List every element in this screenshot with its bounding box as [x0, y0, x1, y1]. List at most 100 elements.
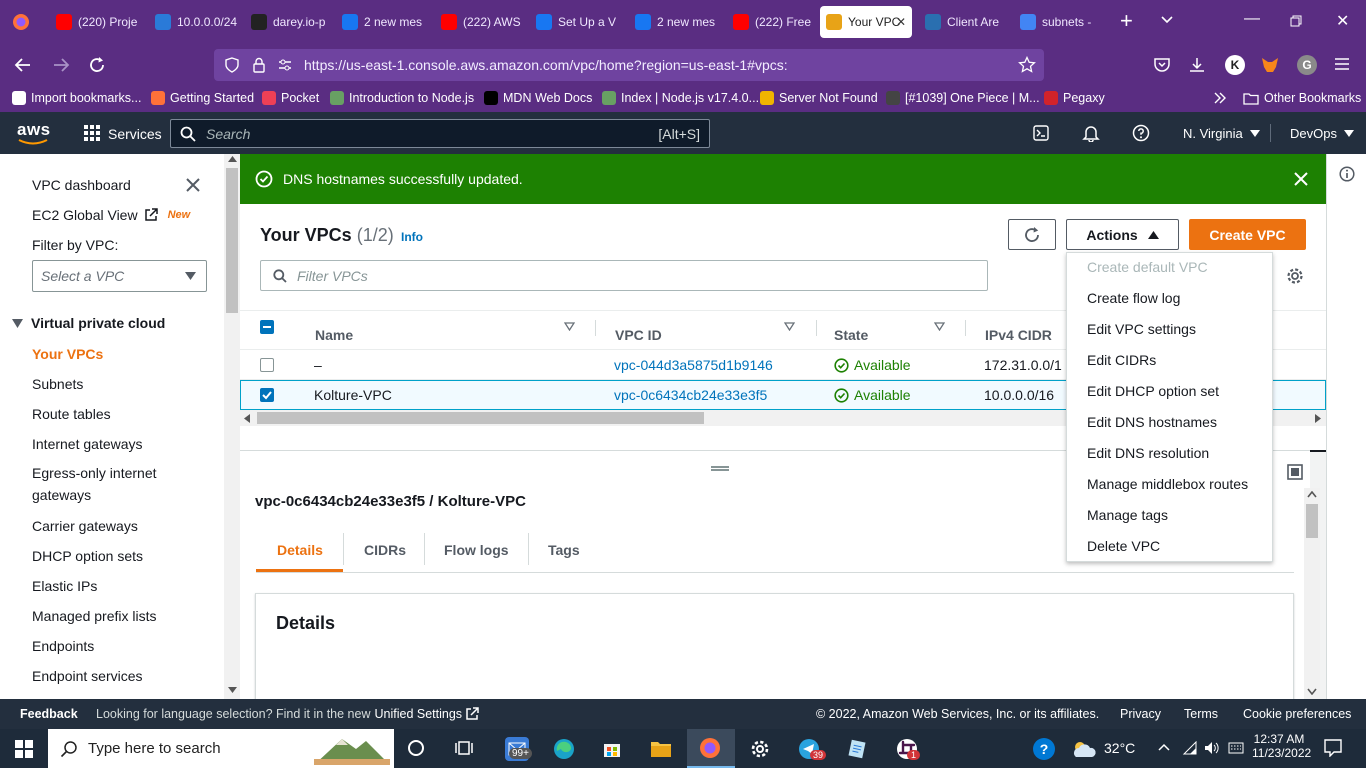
split-panel-preferences-icon[interactable]: [1287, 464, 1303, 480]
tab-details[interactable]: Details: [277, 542, 323, 558]
back-icon[interactable]: [14, 56, 32, 74]
unified-settings-link[interactable]: Unified Settings: [375, 707, 463, 721]
sidebar-item-your-vpcs[interactable]: Your VPCs: [32, 346, 103, 362]
browser-tab[interactable]: (222) AWS: [435, 6, 527, 38]
info-panel-icon[interactable]: [1339, 166, 1355, 182]
row-checkbox[interactable]: [260, 358, 274, 372]
services-grid-icon[interactable]: [84, 125, 100, 141]
browser-tab[interactable]: 2 new mes: [629, 6, 724, 38]
notepad-icon[interactable]: [845, 737, 869, 761]
scroll-up-arrow-icon[interactable]: [1307, 491, 1317, 498]
bookmark-item[interactable]: Pegaxy: [1044, 91, 1105, 105]
browser-tab[interactable]: 2 new mes: [336, 6, 432, 38]
menu-item-edit-dhcp-option-set[interactable]: Edit DHCP option set: [1087, 383, 1219, 399]
sidebar-item-carrier-gateways[interactable]: Carrier gateways: [32, 518, 138, 534]
wifi-icon[interactable]: [1182, 741, 1198, 755]
more-bookmarks-chevron-icon[interactable]: [1213, 92, 1227, 104]
details-scroll-thumb[interactable]: [1306, 504, 1318, 538]
terms-link[interactable]: Terms: [1184, 707, 1218, 721]
menu-item-create-flow-log[interactable]: Create flow log: [1087, 290, 1180, 306]
page-permissions-icon[interactable]: [278, 58, 292, 72]
menu-item-edit-dns-hostnames[interactable]: Edit DNS hostnames: [1087, 414, 1217, 430]
column-header-state[interactable]: State: [834, 327, 868, 343]
keyboard-language-icon[interactable]: [1228, 741, 1244, 755]
browser-tab[interactable]: subnets -: [1014, 6, 1109, 38]
bookmark-item[interactable]: Import bookmarks...: [12, 91, 141, 105]
filter-vpcs-input[interactable]: Filter VPCs: [260, 260, 988, 291]
vpc-id-link[interactable]: vpc-044d3a5875d1b9146: [614, 357, 773, 373]
url-text[interactable]: https://us-east-1.console.aws.amazon.com…: [304, 57, 788, 73]
taskbar-search-box[interactable]: Type here to search: [48, 729, 394, 768]
pocket-save-icon[interactable]: [1153, 56, 1171, 74]
aws-logo[interactable]: aws: [17, 120, 51, 146]
menu-item-edit-vpc-settings[interactable]: Edit VPC settings: [1087, 321, 1196, 337]
sidebar-item-vpc-dashboard[interactable]: VPC dashboard: [32, 177, 131, 193]
weather-temperature[interactable]: 32°C: [1104, 740, 1135, 756]
sidebar-scrollbar[interactable]: [224, 154, 240, 699]
reload-icon[interactable]: [88, 56, 106, 74]
vpc-filter-select[interactable]: Select a VPC: [32, 260, 207, 292]
close-window-icon[interactable]: ✕: [1336, 11, 1349, 31]
sidebar-item-subnets[interactable]: Subnets: [32, 376, 83, 392]
notification-center-icon[interactable]: [1324, 739, 1342, 757]
sidebar-item-ec2-global-view[interactable]: EC2 Global View New: [32, 207, 190, 223]
restore-icon[interactable]: [1290, 15, 1302, 27]
sidebar-scroll-thumb[interactable]: [226, 168, 238, 313]
tab-flow-logs[interactable]: Flow logs: [444, 542, 509, 558]
bookmark-item[interactable]: Index | Node.js v17.4.0...: [602, 91, 759, 105]
row-checkbox-checked[interactable]: [260, 388, 274, 402]
weather-cloud-icon[interactable]: [1070, 739, 1098, 759]
metamask-extension-icon[interactable]: [1260, 55, 1280, 75]
forward-icon[interactable]: [52, 56, 70, 74]
new-tab-icon[interactable]: +: [1120, 10, 1133, 32]
bookmark-item[interactable]: Getting Started: [151, 91, 254, 105]
sidebar-item-endpoints[interactable]: Endpoints: [32, 638, 94, 654]
firefox-menu-icon[interactable]: [12, 13, 30, 31]
browser-tab[interactable]: (220) Proje: [50, 6, 146, 38]
menu-item-manage-middlebox-routes[interactable]: Manage middlebox routes: [1087, 476, 1248, 492]
tab-tags[interactable]: Tags: [548, 542, 580, 558]
shield-icon[interactable]: [224, 57, 240, 73]
clock[interactable]: 12:37 AM 11/23/2022: [1252, 732, 1311, 760]
tab-cidrs[interactable]: CIDRs: [364, 542, 406, 558]
bookmark-item[interactable]: Introduction to Node.js: [330, 91, 474, 105]
sidebar-item-internet-gateways[interactable]: Internet gateways: [32, 436, 143, 452]
column-header-vpc-id[interactable]: VPC ID: [615, 327, 662, 343]
browser-tab[interactable]: Client Are: [919, 6, 1011, 38]
microsoft-store-icon[interactable]: [600, 737, 624, 761]
refresh-button[interactable]: [1008, 219, 1056, 250]
grammarly-extension-icon[interactable]: G: [1297, 55, 1317, 75]
cookie-preferences-link[interactable]: Cookie preferences: [1243, 707, 1351, 721]
horizontal-scroll-thumb[interactable]: [257, 412, 704, 424]
scroll-down-arrow-icon[interactable]: [228, 687, 237, 693]
vpc-id-link[interactable]: vpc-0c6434cb24e33e3f5: [614, 387, 767, 403]
help-icon[interactable]: [1132, 124, 1150, 142]
sidebar-item-elastic-ips[interactable]: Elastic IPs: [32, 578, 97, 594]
scroll-right-arrow-icon[interactable]: [1315, 414, 1321, 423]
downloads-icon[interactable]: [1188, 56, 1206, 74]
sidebar-item-dhcp-option-sets[interactable]: DHCP option sets: [32, 548, 143, 564]
search-input[interactable]: Search [Alt+S]: [170, 119, 710, 148]
file-explorer-icon[interactable]: [649, 737, 673, 761]
sidebar-item-route-tables[interactable]: Route tables: [32, 406, 111, 422]
create-vpc-button[interactable]: Create VPC: [1189, 219, 1306, 250]
actions-dropdown-button[interactable]: Actions: [1066, 219, 1179, 250]
sort-caret-icon[interactable]: [784, 322, 795, 331]
close-tab-icon[interactable]: ✕: [896, 15, 906, 29]
cloudshell-icon[interactable]: [1033, 125, 1049, 141]
resize-handle-icon[interactable]: [711, 466, 729, 471]
firefox-taskbar-button[interactable]: [687, 729, 735, 768]
url-bar[interactable]: https://us-east-1.console.aws.amazon.com…: [214, 49, 1044, 81]
bookmark-item[interactable]: [#1039] One Piece | M...: [886, 91, 1040, 105]
browser-tab[interactable]: Set Up a V: [530, 6, 626, 38]
sort-caret-icon[interactable]: [934, 322, 945, 331]
select-all-checkbox[interactable]: [260, 320, 274, 334]
close-sidebar-icon[interactable]: [186, 178, 200, 192]
browser-tab[interactable]: (222) Free: [727, 6, 819, 38]
settings-gear-icon[interactable]: [748, 737, 772, 761]
sidebar-item-managed-prefix-lists[interactable]: Managed prefix lists: [32, 608, 157, 624]
region-selector[interactable]: N. Virginia: [1183, 126, 1260, 141]
other-bookmarks-folder[interactable]: Other Bookmarks: [1243, 91, 1361, 105]
notifications-bell-icon[interactable]: [1082, 124, 1100, 142]
details-scrollbar[interactable]: [1304, 488, 1320, 700]
